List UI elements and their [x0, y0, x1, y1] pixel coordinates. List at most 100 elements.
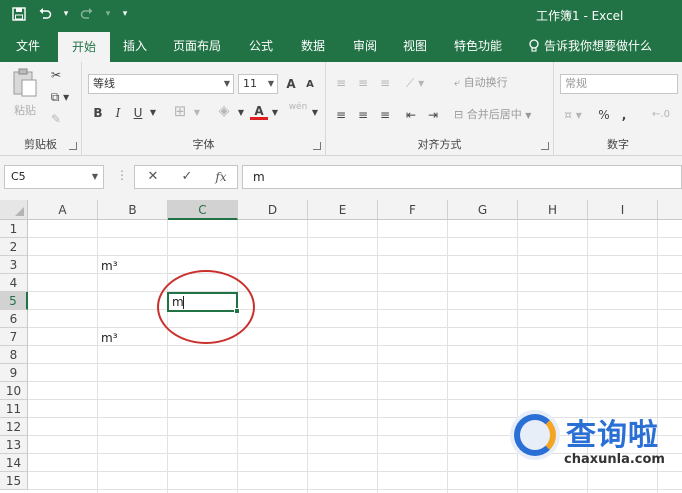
borders-dropdown-icon[interactable]: ▼: [192, 104, 202, 122]
insert-function-button[interactable]: fx: [207, 168, 235, 186]
cell-b3[interactable]: m³: [101, 257, 118, 275]
row-header-5[interactable]: 5: [0, 292, 28, 310]
grid-line: [28, 399, 682, 400]
increase-indent-icon[interactable]: ⇥: [424, 106, 442, 124]
tab-data[interactable]: 数据: [290, 30, 336, 62]
font-color-dropdown-icon[interactable]: ▼: [270, 104, 280, 122]
row-header-9[interactable]: 9: [0, 364, 28, 382]
undo-dropdown-icon[interactable]: ▾: [62, 5, 70, 23]
font-family-select[interactable]: 等线 ▼: [88, 74, 234, 94]
row-header-6[interactable]: 6: [0, 310, 28, 328]
tell-me-box[interactable]: 告诉我你想要做什么: [528, 30, 652, 62]
align-top-icon[interactable]: ≡: [332, 74, 350, 92]
tab-page-layout[interactable]: 页面布局: [164, 30, 230, 62]
phonetic-button[interactable]: wén: [286, 98, 310, 116]
chevron-down-icon: ▼: [525, 111, 532, 120]
clipboard-launcher-icon[interactable]: [69, 142, 77, 150]
font-color-button[interactable]: A: [250, 102, 268, 120]
font-size-select[interactable]: 11 ▼: [238, 74, 278, 94]
tab-formulas[interactable]: 公式: [238, 30, 284, 62]
number-format-select[interactable]: 常规: [560, 74, 678, 94]
enter-button[interactable]: ✓: [173, 168, 201, 186]
font-group-label: 字体: [192, 138, 215, 151]
ribbon: 粘贴 ✂ ⧉ ▾ ✎ 剪贴板 等线 ▼ 11 ▼ A A B I U ▼ ⊞ ▼…: [0, 62, 682, 156]
column-header-e[interactable]: E: [308, 200, 378, 220]
cut-icon[interactable]: ✂: [46, 66, 66, 84]
wrap-text-label: 自动换行: [463, 76, 508, 89]
alignment-group: ≡ ≡ ≡ ⟋ ▾ ≡ ≡ ≡ ⇤ ⇥ ⤶ 自动换行 ⊟ 合并后居中 ▼ 对齐方…: [326, 62, 554, 156]
fill-color-icon[interactable]: ◈: [214, 102, 234, 120]
decrease-indent-icon[interactable]: ⇤: [402, 106, 420, 124]
row-header-2[interactable]: 2: [0, 238, 28, 256]
row-header-12[interactable]: 12: [0, 418, 28, 436]
cell-b7[interactable]: m³: [101, 329, 118, 347]
align-center-icon[interactable]: ≡: [354, 106, 372, 124]
underline-dropdown-icon[interactable]: ▼: [148, 104, 158, 122]
name-box[interactable]: C5 ▼: [4, 165, 104, 189]
undo-icon[interactable]: [36, 5, 54, 23]
row-header-3[interactable]: 3: [0, 256, 28, 274]
row-header-8[interactable]: 8: [0, 346, 28, 364]
tab-home[interactable]: 开始: [58, 32, 110, 62]
align-left-icon[interactable]: ≡: [332, 106, 350, 124]
orientation-icon[interactable]: ⟋ ▾: [402, 74, 428, 92]
underline-button[interactable]: U: [130, 104, 146, 122]
font-family-value: 等线: [93, 77, 115, 90]
copy-icon[interactable]: ⧉ ▾: [46, 88, 74, 106]
tab-file[interactable]: 文件: [4, 30, 52, 62]
redo-dropdown-icon[interactable]: ▾: [104, 5, 112, 23]
column-header-f[interactable]: F: [378, 200, 448, 220]
currency-icon[interactable]: ¤ ▾: [562, 106, 584, 124]
tab-review[interactable]: 审阅: [342, 30, 388, 62]
save-icon[interactable]: [10, 5, 28, 23]
chevron-down-icon: ▼: [91, 172, 98, 181]
row-header-1[interactable]: 1: [0, 220, 28, 238]
row-header-13[interactable]: 13: [0, 436, 28, 454]
paste-button[interactable]: 粘贴: [8, 68, 42, 126]
comma-style-icon[interactable]: ,: [616, 106, 632, 124]
fill-color-dropdown-icon[interactable]: ▼: [236, 104, 246, 122]
italic-button[interactable]: I: [110, 104, 126, 122]
alignment-launcher-icon[interactable]: [541, 142, 549, 150]
format-painter-icon[interactable]: ✎: [46, 110, 66, 128]
cancel-button[interactable]: ✕: [139, 168, 167, 186]
align-middle-icon[interactable]: ≡: [354, 74, 372, 92]
bold-button[interactable]: B: [90, 104, 106, 122]
lightbulb-icon: [529, 39, 539, 52]
column-header-c[interactable]: C: [168, 200, 238, 220]
font-launcher-icon[interactable]: [313, 142, 321, 150]
borders-icon[interactable]: ⊞: [170, 102, 190, 120]
shrink-font-button[interactable]: A: [302, 76, 318, 94]
tab-special-features[interactable]: 特色功能: [446, 30, 510, 62]
grow-font-button[interactable]: A: [282, 75, 300, 93]
column-header-d[interactable]: D: [238, 200, 308, 220]
watermark-brand: 查询啦: [566, 418, 659, 453]
column-header-i[interactable]: I: [588, 200, 658, 220]
grid-line: [28, 363, 682, 364]
column-header-b[interactable]: B: [98, 200, 168, 220]
redo-icon[interactable]: [78, 5, 96, 23]
tab-insert[interactable]: 插入: [112, 30, 158, 62]
customize-qat-icon[interactable]: ▾: [120, 5, 130, 23]
select-all-button[interactable]: [0, 200, 28, 220]
row-header-7[interactable]: 7: [0, 328, 28, 346]
align-bottom-icon[interactable]: ≡: [376, 74, 394, 92]
wrap-text-button[interactable]: ⤶ 自动换行: [454, 74, 550, 92]
column-header-a[interactable]: A: [28, 200, 98, 220]
increase-decimal-icon[interactable]: ←.0: [646, 106, 676, 124]
column-header-h[interactable]: H: [518, 200, 588, 220]
formula-input[interactable]: m: [242, 165, 682, 189]
row-header-11[interactable]: 11: [0, 400, 28, 418]
grid-line: [28, 291, 682, 292]
row-header-10[interactable]: 10: [0, 382, 28, 400]
row-header-15[interactable]: 15: [0, 472, 28, 490]
merge-center-button[interactable]: ⊟ 合并后居中 ▼: [454, 106, 550, 124]
row-header-14[interactable]: 14: [0, 454, 28, 472]
row-header-4[interactable]: 4: [0, 274, 28, 292]
tab-view[interactable]: 视图: [392, 30, 438, 62]
phonetic-dropdown-icon[interactable]: ▼: [310, 104, 320, 122]
align-right-icon[interactable]: ≡: [376, 106, 394, 124]
percent-button[interactable]: %: [596, 106, 612, 124]
column-header-partial[interactable]: [658, 200, 682, 220]
column-header-g[interactable]: G: [448, 200, 518, 220]
